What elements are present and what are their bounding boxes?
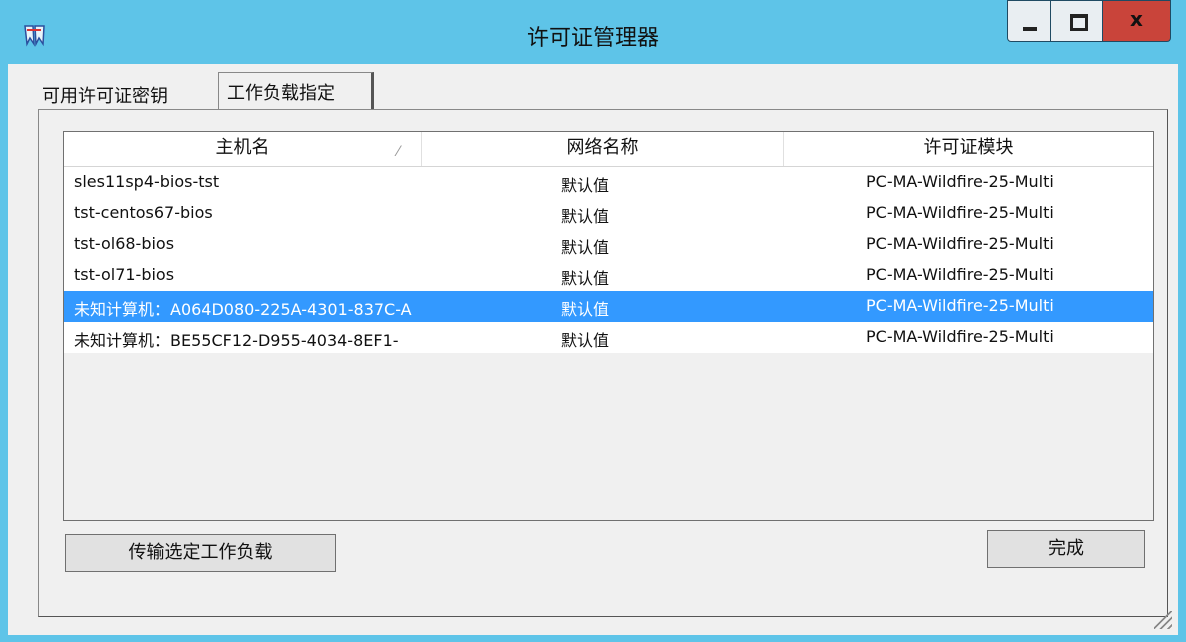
- column-header-network-name[interactable]: 网络名称: [422, 132, 784, 166]
- table-row[interactable]: tst-ol71-bios 默认值 PC-MA-Wildfire-25-Mult…: [64, 260, 1153, 291]
- cell-license-module: PC-MA-Wildfire-25-Multi: [866, 203, 1054, 222]
- transfer-selected-workloads-button[interactable]: 传输选定工作负载: [65, 534, 336, 572]
- cell-license-module: PC-MA-Wildfire-25-Multi: [866, 327, 1054, 346]
- cell-license-module: PC-MA-Wildfire-25-Multi: [866, 172, 1054, 191]
- title-bar[interactable]: 许可证管理器 x: [0, 0, 1186, 64]
- table-row[interactable]: 未知计算机：BE55CF12-D955-4034-8EF1- 默认值 PC-MA…: [64, 322, 1153, 353]
- table-row[interactable]: tst-ol68-bios 默认值 PC-MA-Wildfire-25-Mult…: [64, 229, 1153, 260]
- close-button[interactable]: x: [1103, 0, 1171, 42]
- list-rows: sles11sp4-bios-tst 默认值 PC-MA-Wildfire-25…: [64, 167, 1153, 353]
- cell-hostname: sles11sp4-bios-tst: [74, 172, 220, 191]
- column-label: 主机名: [215, 137, 270, 158]
- sort-indicator-icon: ⁄: [397, 144, 400, 160]
- tab-available-license-keys[interactable]: 可用许可证密钥: [40, 76, 218, 108]
- cell-license-module: PC-MA-Wildfire-25-Multi: [866, 296, 1054, 315]
- client-area: 可用许可证密钥 工作负载指定 主机名 ⁄ 网络名称 许可证模块 sles11sp…: [8, 64, 1178, 635]
- minimize-button[interactable]: [1007, 0, 1051, 42]
- cell-network-name: 默认值: [561, 176, 610, 195]
- column-header-hostname[interactable]: 主机名 ⁄: [64, 132, 422, 166]
- cell-license-module: PC-MA-Wildfire-25-Multi: [866, 265, 1054, 284]
- workload-list[interactable]: 主机名 ⁄ 网络名称 许可证模块 sles11sp4-bios-tst 默认值 …: [63, 131, 1154, 521]
- cell-hostname: 未知计算机：BE55CF12-D955-4034-8EF1-: [74, 331, 399, 350]
- done-button[interactable]: 完成: [987, 530, 1145, 568]
- resize-grip-icon[interactable]: [1154, 611, 1172, 629]
- maximize-button[interactable]: [1051, 0, 1103, 42]
- table-row[interactable]: sles11sp4-bios-tst 默认值 PC-MA-Wildfire-25…: [64, 167, 1153, 198]
- cell-network-name: 默认值: [561, 238, 610, 257]
- tab-workload-designation[interactable]: 工作负载指定: [218, 72, 374, 110]
- cell-hostname: 未知计算机：A064D080-225A-4301-837C-A: [74, 300, 412, 319]
- table-row[interactable]: tst-centos67-bios 默认值 PC-MA-Wildfire-25-…: [64, 198, 1153, 229]
- list-header: 主机名 ⁄ 网络名称 许可证模块: [64, 132, 1153, 167]
- license-manager-window: 许可证管理器 x 可用许可证密钥 工作负载指定 主机名 ⁄ 网络名称 许可证模块…: [0, 0, 1186, 642]
- cell-network-name: 默认值: [561, 269, 610, 288]
- cell-hostname: tst-centos67-bios: [74, 203, 213, 222]
- tab-panel: 主机名 ⁄ 网络名称 许可证模块 sles11sp4-bios-tst 默认值 …: [38, 109, 1168, 617]
- cell-network-name: 默认值: [561, 331, 610, 350]
- cell-network-name: 默认值: [561, 300, 610, 319]
- cell-hostname: tst-ol71-bios: [74, 265, 175, 284]
- cell-hostname: tst-ol68-bios: [74, 234, 175, 253]
- column-header-license-module[interactable]: 许可证模块: [784, 132, 1153, 166]
- table-row-selected[interactable]: 未知计算机：A064D080-225A-4301-837C-A 默认值 PC-M…: [64, 291, 1153, 322]
- cell-network-name: 默认值: [561, 207, 610, 226]
- cell-license-module: PC-MA-Wildfire-25-Multi: [866, 234, 1054, 253]
